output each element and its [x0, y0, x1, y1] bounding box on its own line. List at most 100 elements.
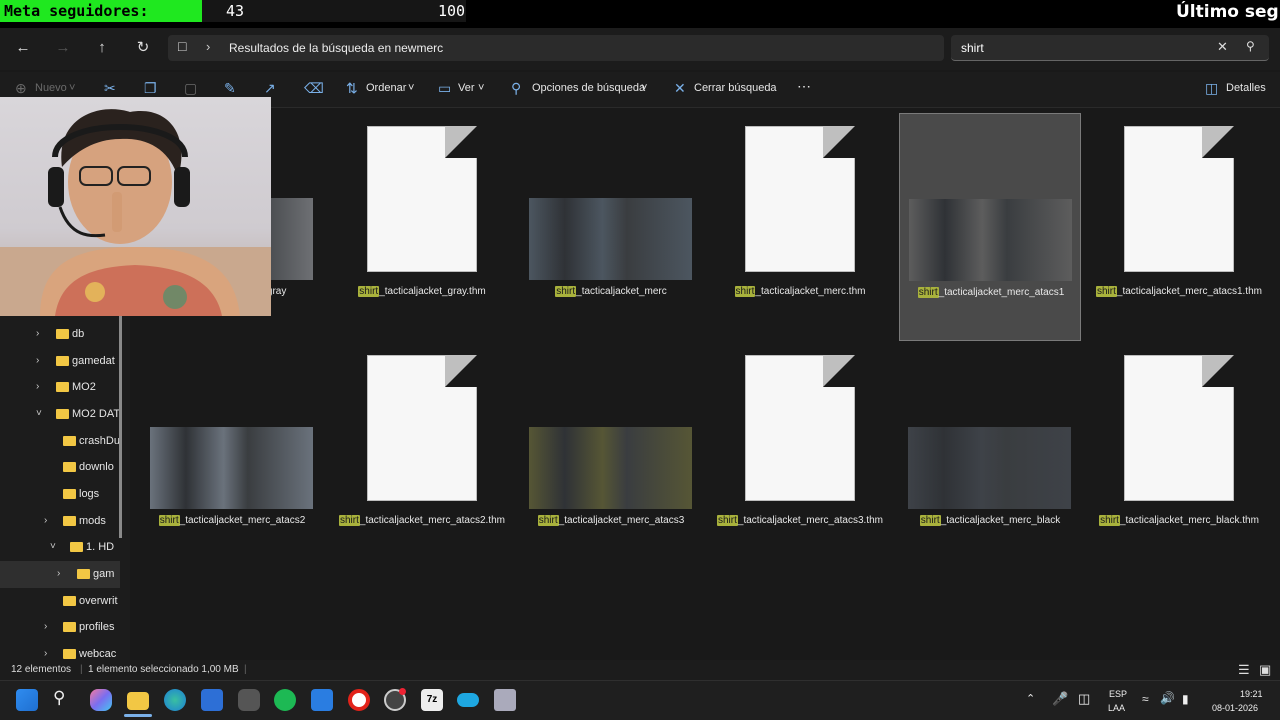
file-name-rest: _tacticaljacket_merc — [576, 286, 667, 297]
file-item[interactable]: shirt_tacticaljacket_merc_atacs2.thm — [331, 342, 513, 570]
paste-icon[interactable]: ▢ — [184, 80, 197, 97]
store-icon[interactable] — [201, 689, 223, 711]
network-status-icon[interactable]: ◫ — [1078, 691, 1090, 707]
sidebar-item[interactable]: logs — [0, 481, 120, 508]
delete-icon[interactable]: ⌫ — [304, 80, 324, 97]
chevron-right-icon[interactable]: › — [36, 381, 39, 392]
document-file-icon — [1124, 355, 1234, 501]
spotify-icon[interactable] — [274, 689, 296, 711]
search-icon[interactable]: ⚲ — [1246, 39, 1255, 53]
document-file-icon — [745, 126, 855, 272]
sidebar-item[interactable]: ˅ MO2 DAT — [0, 401, 120, 428]
wifi-icon[interactable]: ≈ — [1142, 692, 1149, 706]
close-icon[interactable]: ✕ — [1217, 39, 1228, 55]
file-name: shirt_tacticaljacket_merc_atacs1 — [900, 287, 1082, 298]
file-item[interactable]: shirt_tacticaljacket_gray.thm — [331, 113, 513, 341]
search-input-value[interactable]: shirt — [961, 41, 984, 55]
search-icon[interactable]: ⚲ — [53, 688, 65, 708]
folder-icon — [70, 542, 83, 552]
sort-icon[interactable]: ⇅ — [346, 80, 358, 97]
battery-icon[interactable]: ▮ — [1182, 692, 1189, 706]
chevron-right-icon[interactable]: › — [36, 355, 39, 366]
close-search-icon[interactable]: ✕ — [674, 80, 686, 97]
view-button[interactable]: Ver — [458, 82, 475, 94]
clock-time[interactable]: 19:21 — [1240, 689, 1263, 699]
sidebar-item[interactable]: › gam — [0, 561, 120, 588]
details-view-icon[interactable]: ☰ — [1238, 662, 1250, 678]
more-options-icon[interactable]: ⋯ — [797, 78, 811, 95]
start-icon[interactable] — [16, 689, 38, 711]
sidebar-item[interactable]: overwrit — [0, 588, 120, 615]
chevron-up-icon[interactable]: ⌃ — [1026, 692, 1035, 705]
sidebar-scrollbar[interactable] — [119, 316, 122, 538]
sidebar-item[interactable]: crashDu — [0, 428, 120, 455]
file-item[interactable]: shirt_tacticaljacket_merc_atacs2 — [141, 342, 323, 570]
details-button[interactable]: Detalles — [1226, 82, 1266, 94]
sidebar-item[interactable]: › profiles — [0, 614, 120, 641]
rename-icon[interactable]: ✎ — [224, 80, 236, 97]
file-item[interactable]: shirt_tacticaljacket_merc.thm — [709, 113, 891, 341]
app-icon-2[interactable] — [457, 693, 479, 707]
chevron-down-icon[interactable]: ˅ — [50, 541, 56, 552]
back-arrow-icon[interactable]: ← — [10, 37, 36, 59]
chevron-right-icon[interactable]: › — [36, 328, 39, 339]
share-icon[interactable]: ↗ — [264, 80, 276, 97]
sort-button[interactable]: Ordenar — [366, 82, 406, 94]
chevron-down-icon[interactable]: ˅ — [408, 82, 414, 94]
chevron-down-icon[interactable]: ˅ — [478, 82, 484, 94]
file-item[interactable]: shirt_tacticaljacket_merc_black — [899, 342, 1081, 570]
microphone-icon[interactable]: 🎤 — [1052, 691, 1068, 707]
file-item[interactable]: shirt_tacticaljacket_merc — [520, 113, 702, 341]
chevron-right-icon[interactable]: › — [57, 568, 60, 579]
file-item[interactable]: shirt_tacticaljacket_merc_atacs3 — [520, 342, 702, 570]
sidebar-item[interactable]: › MO2 — [0, 374, 120, 401]
7zip-icon[interactable]: 7z — [421, 689, 443, 711]
details-pane-icon[interactable]: ◫ — [1205, 80, 1218, 97]
sidebar-item[interactable]: › gamedat — [0, 348, 120, 375]
close-search-button[interactable]: Cerrar búsqueda — [694, 82, 777, 94]
chevron-down-icon[interactable]: ˅ — [641, 82, 647, 94]
file-item[interactable]: shirt_tacticaljacket_merc_atacs1.thm — [1088, 113, 1270, 341]
chevron-down-icon[interactable]: ˅ — [36, 408, 42, 419]
webcam-overlay — [0, 97, 271, 316]
refresh-icon[interactable]: ↻ — [130, 37, 156, 59]
sidebar-item[interactable]: › mods — [0, 508, 120, 535]
view-icon[interactable]: ▭ — [438, 80, 451, 97]
sidebar-item[interactable]: › db — [0, 321, 120, 348]
new-icon[interactable]: ⊕ — [15, 80, 27, 97]
file-item[interactable]: shirt_tacticaljacket_merc_atacs3.thm — [709, 342, 891, 570]
language-code[interactable]: ESP — [1109, 689, 1127, 699]
search-options-button[interactable]: Opciones de búsqueda — [532, 82, 645, 94]
edge-icon[interactable] — [164, 689, 186, 711]
vscode-icon[interactable] — [311, 689, 333, 711]
volume-icon[interactable]: 🔊 — [1160, 691, 1175, 705]
up-arrow-icon[interactable]: ↑ — [89, 37, 115, 59]
file-item[interactable]: shirt_tacticaljacket_merc_atacs1 — [899, 113, 1081, 341]
clock-date[interactable]: 08-01-2026 — [1212, 703, 1258, 713]
search-options-icon[interactable]: ⚲ — [511, 80, 521, 97]
breadcrumb[interactable]: Resultados de la búsqueda en newmerc — [229, 41, 443, 55]
file-explorer-icon[interactable] — [127, 692, 149, 710]
sidebar-item[interactable]: downlo — [0, 454, 120, 481]
chevron-right-icon[interactable]: › — [44, 621, 47, 632]
app-icon[interactable] — [238, 689, 260, 711]
chevron-right-icon[interactable]: › — [44, 515, 47, 526]
document-file-icon — [367, 126, 477, 272]
cut-icon[interactable]: ✂ — [104, 80, 116, 97]
folder-icon — [63, 622, 76, 632]
sidebar-item[interactable]: ˅ 1. HD — [0, 534, 120, 561]
keyboard-layout[interactable]: LAA — [1108, 703, 1125, 713]
file-item[interactable]: shirt_tacticaljacket_merc_black.thm — [1088, 342, 1270, 570]
app-icon-3[interactable] — [494, 689, 516, 711]
chevron-right-icon[interactable]: › — [206, 39, 210, 54]
opera-icon[interactable] — [348, 689, 370, 711]
new-button[interactable]: Nuevo — [35, 82, 67, 94]
follower-goal-current: 43 — [226, 2, 245, 20]
chevron-down-icon[interactable]: ˅ — [69, 82, 75, 94]
copilot-icon[interactable] — [90, 689, 112, 711]
large-icons-view-icon[interactable]: ▣ — [1259, 662, 1271, 678]
forward-arrow-icon[interactable]: → — [50, 37, 76, 59]
copy-icon[interactable]: ❐ — [144, 80, 157, 97]
chevron-right-icon[interactable]: › — [44, 648, 47, 659]
sidebar-item-label: crashDu — [79, 435, 120, 447]
